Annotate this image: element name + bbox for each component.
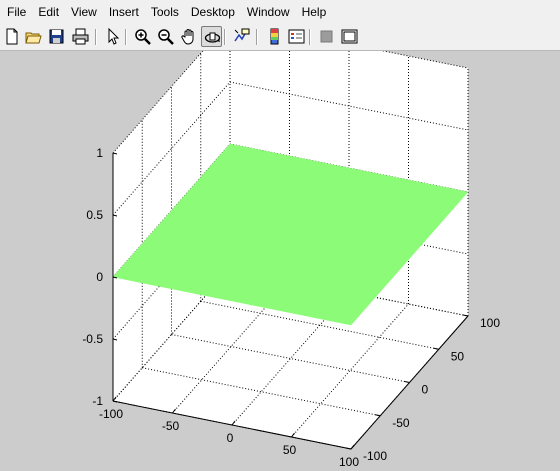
x-tick-label: 50 <box>283 443 297 457</box>
zoom-out-icon <box>158 29 174 45</box>
menu-file[interactable]: File <box>2 0 31 24</box>
toolbar-separator <box>95 29 97 45</box>
insert-colorbar-icon <box>270 28 279 45</box>
new-figure-icon <box>6 28 18 45</box>
pan-hand-button[interactable] <box>178 26 199 47</box>
z-tick-label: 0.5 <box>86 208 103 222</box>
x-tick-label: -50 <box>162 419 180 433</box>
new-figure-button[interactable] <box>1 26 22 47</box>
z-tick-label: -0.5 <box>82 332 103 346</box>
data-cursor-button[interactable] <box>231 26 252 47</box>
zoom-in-button[interactable] <box>132 26 153 47</box>
menu-tools[interactable]: Tools <box>146 0 184 24</box>
save-icon <box>49 29 64 44</box>
figure-toolbar <box>0 24 560 51</box>
menu-window[interactable]: Window <box>242 0 295 24</box>
y-tick-label: 100 <box>480 316 500 330</box>
toolbar-separator <box>256 29 258 45</box>
print-button[interactable] <box>70 26 91 47</box>
insert-legend-icon <box>288 29 305 44</box>
y-tick-label: -100 <box>363 449 387 463</box>
insert-colorbar-button[interactable] <box>264 26 285 47</box>
show-plot-tools-icon <box>341 29 358 44</box>
menu-view[interactable]: View <box>66 0 102 24</box>
axes-3d[interactable]: -100 -50 0 50 100 -100 -50 0 50 100 -1 -0.5 0 0.5 1 <box>0 51 560 471</box>
menu-bar: File Edit View Insert Tools Desktop Window Help <box>0 0 560 24</box>
hide-plot-tools-button[interactable] <box>316 26 337 47</box>
z-tick-label: 0 <box>96 270 103 284</box>
y-tick-label: 0 <box>422 383 429 397</box>
edit-plot-arrow-button[interactable] <box>102 26 123 47</box>
y-tick-label: 50 <box>451 349 465 363</box>
zoom-out-button[interactable] <box>155 26 176 47</box>
x-tick-label: -100 <box>99 407 123 421</box>
menu-insert[interactable]: Insert <box>104 0 144 24</box>
open-file-icon <box>25 32 42 44</box>
print-icon <box>72 28 89 45</box>
menu-desktop[interactable]: Desktop <box>186 0 240 24</box>
z-tick-label: -1 <box>92 394 103 408</box>
menu-edit[interactable]: Edit <box>33 0 64 24</box>
insert-legend-button[interactable] <box>286 26 307 47</box>
hide-plot-tools-icon <box>320 30 333 43</box>
zoom-in-icon <box>135 29 151 45</box>
toolbar-separator <box>125 29 127 45</box>
menu-help[interactable]: Help <box>297 0 332 24</box>
rotate-3d-button[interactable] <box>201 26 222 47</box>
y-tick-label: -50 <box>392 416 410 430</box>
x-tick-label: 100 <box>339 455 359 469</box>
pan-hand-icon <box>181 29 194 45</box>
toolbar-separator <box>309 29 311 45</box>
open-file-button[interactable] <box>23 26 44 47</box>
save-button[interactable] <box>46 26 67 47</box>
toolbar-separator <box>224 29 226 45</box>
z-tick-label: 1 <box>96 146 103 160</box>
edit-plot-arrow-icon <box>108 28 120 45</box>
rotate-3d-icon <box>204 32 221 43</box>
x-tick-label: 0 <box>227 431 234 445</box>
show-plot-tools-button[interactable] <box>339 26 360 47</box>
data-cursor-icon <box>234 28 250 42</box>
